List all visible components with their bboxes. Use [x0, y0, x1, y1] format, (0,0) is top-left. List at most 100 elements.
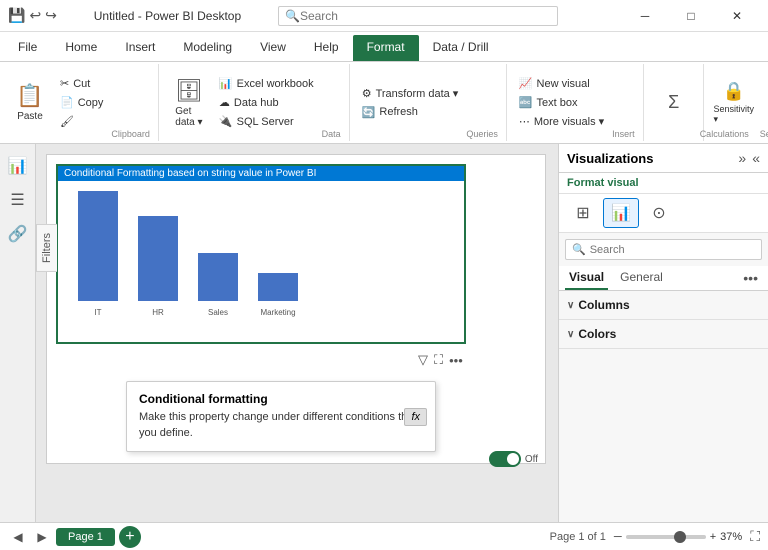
queries-label: Queries — [466, 129, 498, 141]
tooltip-title: Conditional formatting — [139, 392, 423, 406]
zoom-in-button[interactable]: + — [710, 531, 716, 543]
title-search-bar[interactable]: 🔍 — [278, 6, 558, 26]
data-label: Data — [322, 129, 341, 141]
prev-page-button[interactable]: ◀ — [8, 527, 28, 547]
redo-icon[interactable]: ↪ — [45, 7, 57, 24]
excel-workbook-button[interactable]: 📊 Excel workbook — [215, 75, 318, 92]
window-controls: ─ □ ✕ — [622, 0, 760, 32]
insert-stacked: 📈 New visual 🔤 Text box ⋯ More visuals ▾ — [515, 75, 608, 130]
table-vis-icon[interactable]: ⊞ — [565, 198, 601, 228]
calculations-group: Σ Calculations — [644, 64, 704, 141]
refresh-icon: 🔄 — [362, 106, 376, 119]
tab-data-drill[interactable]: Data / Drill — [419, 35, 503, 61]
new-visual-button[interactable]: 📈 New visual — [515, 75, 608, 92]
zoom-slider[interactable] — [626, 535, 706, 539]
visualization-icons: ⊞ 📊 ⊙ — [559, 194, 768, 233]
filter-icon[interactable]: ▽ — [418, 352, 428, 368]
more-visuals-button[interactable]: ⋯ More visuals ▾ — [515, 113, 608, 130]
search-icon: 🔍 — [285, 9, 300, 23]
tab-insert[interactable]: Insert — [111, 35, 169, 61]
chart-bar-hr — [138, 216, 178, 301]
queries-group: ⚙ Transform data ▾ 🔄 Refresh Queries — [350, 64, 507, 141]
next-page-button[interactable]: ▶ — [32, 527, 52, 547]
fx-button[interactable]: fx — [404, 408, 427, 426]
close-button[interactable]: ✕ — [714, 0, 760, 32]
chart-container[interactable]: Conditional Formatting based on string v… — [56, 164, 466, 344]
colors-chevron-icon: ∨ — [567, 329, 574, 340]
more-options-icon[interactable]: ••• — [449, 353, 463, 368]
clipboard-group: 📋 Paste ✂ Cut 📄 Copy 🖌 Clipboard — [0, 64, 159, 141]
tooltip-box: Conditional formatting Make this propert… — [126, 381, 436, 452]
toggle-area: Off — [489, 451, 538, 467]
chart-title: Conditional Formatting based on string v… — [58, 166, 464, 181]
filters-tab[interactable]: Filters — [36, 224, 57, 272]
collapse-panel-icon[interactable]: « — [752, 150, 760, 166]
cut-button[interactable]: ✂ Cut — [56, 75, 107, 92]
data-hub-icon: ☁ — [219, 96, 230, 109]
title-search-input[interactable] — [300, 9, 480, 23]
tooltip-text: Make this property change under differen… — [139, 410, 423, 441]
measure-icon: Σ — [668, 92, 679, 113]
transform-data-button[interactable]: ⚙ Transform data ▾ — [358, 85, 463, 102]
clipboard-label: Clipboard — [111, 129, 150, 141]
clipboard-stacked: ✂ Cut 📄 Copy 🖌 — [56, 75, 107, 130]
focus-mode-icon[interactable]: ⛶ — [434, 352, 443, 368]
tab-general[interactable]: General — [616, 266, 667, 290]
add-page-button[interactable]: + — [119, 526, 141, 548]
minimize-button[interactable]: ─ — [622, 0, 668, 32]
panel-header: Visualizations » « — [559, 144, 768, 173]
nav-data-icon[interactable]: ☰ — [4, 186, 32, 214]
maximize-button[interactable]: □ — [668, 0, 714, 32]
tab-file[interactable]: File — [4, 35, 51, 61]
sensitivity-button[interactable]: 🔒 Sensitivity ▾ — [712, 77, 756, 129]
paste-button[interactable]: 📋 Paste — [8, 79, 52, 126]
data-hub-button[interactable]: ☁ Data hub — [215, 94, 318, 111]
refresh-button[interactable]: 🔄 Refresh — [358, 104, 463, 121]
panel-sub-header: Format visual — [559, 173, 768, 194]
data-stacked: 📊 Excel workbook ☁ Data hub 🔌 SQL Server — [215, 75, 318, 130]
format-paint-button[interactable]: 🖌 — [56, 113, 107, 130]
colors-section-header[interactable]: ∨ Colors — [567, 324, 760, 344]
sql-server-button[interactable]: 🔌 SQL Server — [215, 113, 318, 130]
expand-panel-icon[interactable]: » — [738, 150, 746, 166]
tab-visual[interactable]: Visual — [565, 266, 608, 290]
tab-modeling[interactable]: Modeling — [169, 35, 246, 61]
toggle-label: Off — [525, 454, 538, 465]
columns-section-header[interactable]: ∨ Columns — [567, 295, 760, 315]
chart-labels: IT HR Sales Marketing — [78, 308, 444, 317]
new-measure-button[interactable]: Σ — [652, 88, 696, 117]
more-visuals-icon: ⋯ — [519, 115, 530, 128]
excel-icon: 📊 — [219, 77, 233, 90]
panel-search-bar[interactable]: 🔍 — [565, 239, 762, 260]
bar-chart-vis-icon[interactable]: 📊 — [603, 198, 639, 228]
nav-model-icon[interactable]: 🔗 — [4, 220, 32, 248]
colors-label: Colors — [578, 327, 616, 341]
app-title: Untitled - Power BI Desktop — [65, 9, 270, 23]
page-info: Page 1 of 1 — [550, 531, 606, 543]
tab-home[interactable]: Home — [51, 35, 111, 61]
tab-format[interactable]: Format — [353, 35, 419, 61]
nav-report-icon[interactable]: 📊 — [4, 152, 32, 180]
pie-chart-vis-icon[interactable]: ⊙ — [641, 198, 677, 228]
ribbon-toolbar: 📋 Paste ✂ Cut 📄 Copy 🖌 Clipboard 🗄 Getda… — [0, 62, 768, 144]
undo-icon[interactable]: ↩ — [29, 7, 41, 24]
main-area: 📊 ☰ 🔗 Filters Conditional Formatting bas… — [0, 144, 768, 522]
data-group: 🗄 Getdata ▾ 📊 Excel workbook ☁ Data hub … — [159, 64, 350, 141]
conditional-format-toggle[interactable]: Off — [489, 451, 538, 467]
chart-bar-sales — [198, 253, 238, 301]
zoom-out-button[interactable]: ─ — [614, 531, 622, 543]
tab-more-icon[interactable]: ••• — [739, 266, 762, 290]
tab-help[interactable]: Help — [300, 35, 353, 61]
get-data-button[interactable]: 🗄 Getdata ▾ — [167, 74, 211, 132]
visualizations-panel: Visualizations » « Format visual ⊞ 📊 ⊙ 🔍… — [558, 144, 768, 522]
page-1-tab[interactable]: Page 1 — [56, 528, 115, 546]
format-paint-icon: 🖌 — [60, 115, 74, 128]
tab-view[interactable]: View — [246, 35, 300, 61]
cut-icon: ✂ — [60, 77, 69, 90]
toggle-control[interactable] — [489, 451, 521, 467]
fit-page-icon[interactable]: ⛶ — [750, 528, 760, 545]
panel-search-input[interactable] — [590, 244, 755, 256]
copy-button[interactable]: 📄 Copy — [56, 94, 107, 111]
text-box-button[interactable]: 🔤 Text box — [515, 94, 608, 111]
save-icon[interactable]: 💾 — [8, 7, 25, 24]
